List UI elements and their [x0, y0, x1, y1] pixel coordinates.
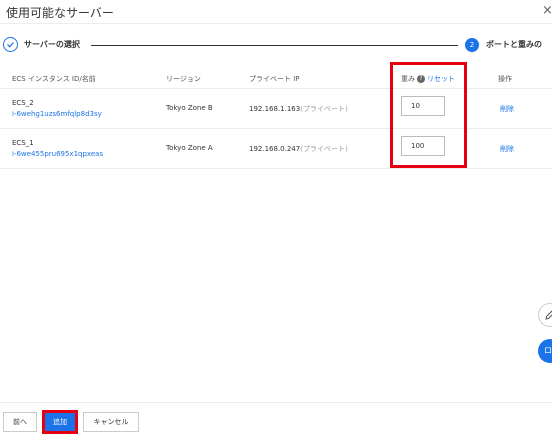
col-action-header: 操作 — [498, 75, 512, 83]
step-divider-line — [91, 45, 458, 46]
step2-number: 2 — [465, 38, 479, 52]
close-icon[interactable]: × — [542, 3, 552, 18]
delete-link[interactable]: 削除 — [500, 144, 514, 154]
ip-type: (プライベート) — [300, 145, 348, 153]
check-circle-icon — [3, 37, 18, 52]
table-row: ECS_2 i-6wehg1uzs6mfqlp8d3sy Tokyo Zone … — [0, 89, 552, 129]
weight-column-highlight — [390, 62, 467, 168]
ip-address: 192.168.0.247 — [249, 145, 301, 153]
ip-address: 192.168.1.163 — [249, 105, 301, 113]
table-header-row: ECS インスタンス ID/名前 リージョン プライベート IP 重み? リセット… — [0, 63, 552, 89]
dialog-footer: 前へ 追加 キャンセル — [0, 402, 552, 438]
col-region-header: リージョン — [166, 75, 201, 83]
available-servers-dialog: 使用可能なサーバー × サーバーの選択 2 ポートと重みの ECS インスタンス… — [0, 0, 552, 438]
add-button-highlight — [42, 410, 78, 434]
col-ip-header: プライベート IP — [249, 75, 300, 83]
ip-cell: 192.168.0.247(プライベート) — [249, 144, 348, 154]
instance-name: ECS_1 — [12, 139, 34, 147]
region-cell: Tokyo Zone B — [166, 104, 213, 112]
instance-name: ECS_2 — [12, 99, 34, 107]
step1-label: サーバーの選択 — [24, 40, 80, 49]
instance-id-link[interactable]: i-6we455pru695x1qpxeas — [12, 150, 103, 158]
table-row: ECS_1 i-6we455pru695x1qpxeas Tokyo Zone … — [0, 129, 552, 169]
dialog-title: 使用可能なサーバー — [6, 6, 114, 20]
ip-cell: 192.168.1.163(プライベート) — [249, 104, 348, 114]
help-chat-button[interactable]: ロ — [538, 339, 552, 363]
dialog-header: 使用可能なサーバー × — [0, 0, 552, 24]
ip-type: (プライベート) — [300, 105, 348, 113]
step-indicator: サーバーの選択 2 ポートと重みの — [0, 34, 552, 56]
region-cell: Tokyo Zone A — [166, 144, 213, 152]
cancel-button[interactable]: キャンセル — [83, 412, 139, 432]
delete-link[interactable]: 削除 — [500, 104, 514, 114]
edit-icon[interactable] — [538, 303, 552, 327]
step2-label: ポートと重みの — [486, 40, 542, 49]
instance-id-link[interactable]: i-6wehg1uzs6mfqlp8d3sy — [12, 110, 102, 118]
prev-button[interactable]: 前へ — [3, 412, 37, 432]
col-instance-header: ECS インスタンス ID/名前 — [12, 75, 96, 83]
